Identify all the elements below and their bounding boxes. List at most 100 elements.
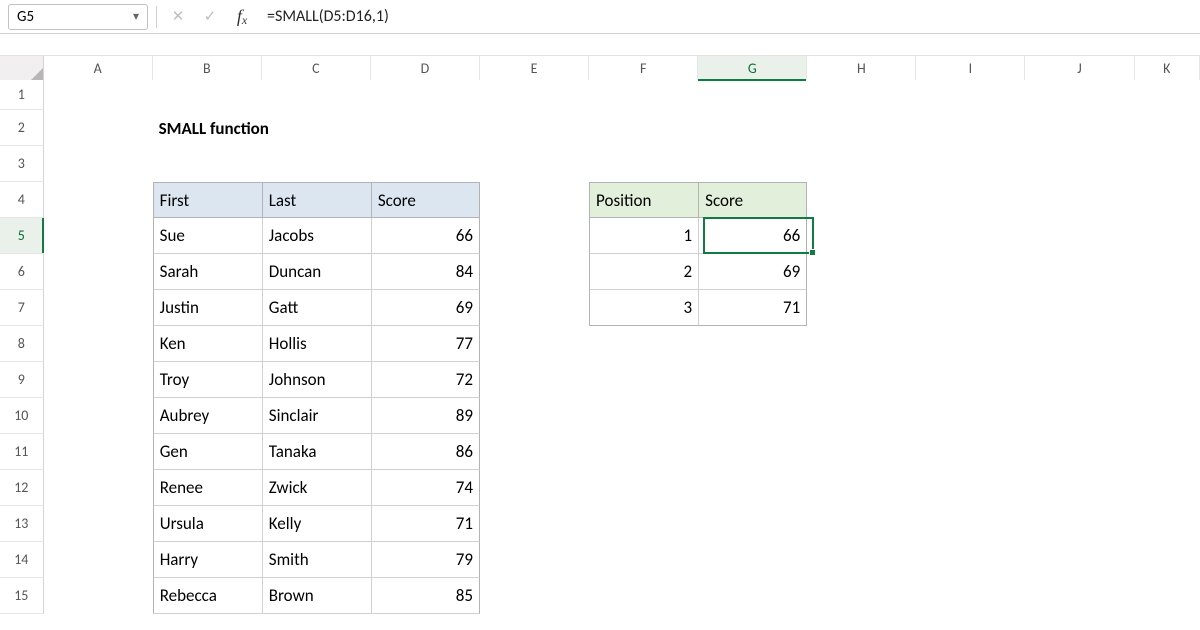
cell[interactable] [1025,506,1134,542]
cell[interactable] [807,578,916,614]
cell[interactable] [480,470,589,506]
cell-first[interactable]: Troy [153,362,262,398]
cell-position[interactable]: 3 [589,290,698,326]
cell[interactable] [44,290,153,326]
cell[interactable] [44,182,153,218]
cell[interactable] [1025,146,1134,182]
cell[interactable] [807,290,916,326]
cell-first[interactable]: Ursula [153,506,262,542]
cell[interactable] [807,218,916,254]
cell[interactable] [1135,506,1200,542]
cell[interactable] [480,398,589,434]
cell[interactable] [1135,470,1200,506]
row-head[interactable]: 3 [0,146,44,182]
cell[interactable] [44,254,153,290]
cell[interactable] [44,434,153,470]
cell[interactable] [916,506,1025,542]
cell[interactable] [1025,398,1134,434]
cell[interactable] [698,506,807,542]
cell-first[interactable]: Rebecca [153,578,262,614]
cell[interactable] [698,146,807,182]
cell[interactable] [807,506,916,542]
cell[interactable] [917,110,1026,146]
cell[interactable] [698,362,807,398]
col-head-I[interactable]: I [916,56,1025,80]
cell[interactable] [916,362,1025,398]
cell-score[interactable]: 69 [371,290,480,326]
cell[interactable] [698,578,807,614]
table2-header-score[interactable]: Score [698,182,807,218]
row-head[interactable]: 9 [0,362,44,398]
cell[interactable] [589,470,698,506]
cell[interactable] [807,326,916,362]
row-head[interactable]: 10 [0,398,44,434]
cell-active[interactable]: 66 [698,218,807,254]
cell[interactable] [263,110,372,146]
col-head-F[interactable]: F [589,56,698,80]
name-box[interactable]: G5 ▾ [8,4,148,30]
cell[interactable] [807,434,916,470]
cell[interactable] [1025,578,1134,614]
table1-header-score[interactable]: Score [371,182,480,218]
cell[interactable] [153,146,262,182]
cell-score[interactable]: 89 [371,398,480,434]
cell[interactable] [480,326,589,362]
cell[interactable] [480,290,589,326]
cell[interactable] [589,434,698,470]
cell[interactable] [589,80,698,110]
cell-last[interactable]: Jacobs [262,218,371,254]
cell[interactable] [807,254,916,290]
sheet-grid[interactable]: A B C D E F G H I J K 1 2 [0,56,1200,614]
cell[interactable] [480,362,589,398]
cell[interactable] [916,80,1025,110]
cell[interactable] [699,110,808,146]
table1-header-last[interactable]: Last [262,182,371,218]
cell[interactable] [698,542,807,578]
cell[interactable] [371,80,480,110]
cell[interactable] [480,80,589,110]
cell[interactable] [590,110,699,146]
cell[interactable] [916,182,1025,218]
cell[interactable] [372,110,481,146]
cell-last[interactable]: Hollis [262,326,371,362]
check-icon[interactable]: ✓ [197,4,223,30]
col-head-A[interactable]: A [44,56,153,80]
cell[interactable] [807,542,916,578]
cell[interactable] [916,542,1025,578]
cell[interactable] [916,254,1025,290]
cell-score[interactable]: 79 [371,542,480,578]
chevron-down-icon[interactable]: ▾ [133,9,139,24]
cell-first[interactable]: Harry [153,542,262,578]
cell-first[interactable]: Justin [153,290,262,326]
cell[interactable] [44,362,153,398]
cell-last[interactable]: Tanaka [262,434,371,470]
page-title[interactable]: SMALL function [153,110,263,146]
cell[interactable] [480,578,589,614]
cell[interactable] [1135,398,1200,434]
cell[interactable] [916,146,1025,182]
cell[interactable] [589,146,698,182]
cell-first[interactable]: Sarah [153,254,262,290]
cell-last[interactable]: Smith [262,542,371,578]
cell[interactable] [1026,110,1135,146]
cancel-icon[interactable]: ✕ [165,4,191,30]
cell[interactable] [589,362,698,398]
cell[interactable] [1135,542,1200,578]
cell-last[interactable]: Johnson [262,362,371,398]
cell-last[interactable]: Gatt [262,290,371,326]
cell-score[interactable]: 77 [371,326,480,362]
cell[interactable] [916,290,1025,326]
cell[interactable] [589,398,698,434]
cell[interactable] [44,470,153,506]
cell[interactable] [44,398,153,434]
col-head-H[interactable]: H [807,56,916,80]
cell[interactable] [1134,218,1200,254]
cell[interactable] [807,80,916,110]
col-head-D[interactable]: D [371,56,480,80]
col-head-C[interactable]: C [262,56,371,80]
cell[interactable] [262,80,371,110]
cell[interactable] [807,182,916,218]
row-head[interactable]: 8 [0,326,44,362]
cell[interactable] [589,506,698,542]
cell[interactable] [44,80,153,110]
